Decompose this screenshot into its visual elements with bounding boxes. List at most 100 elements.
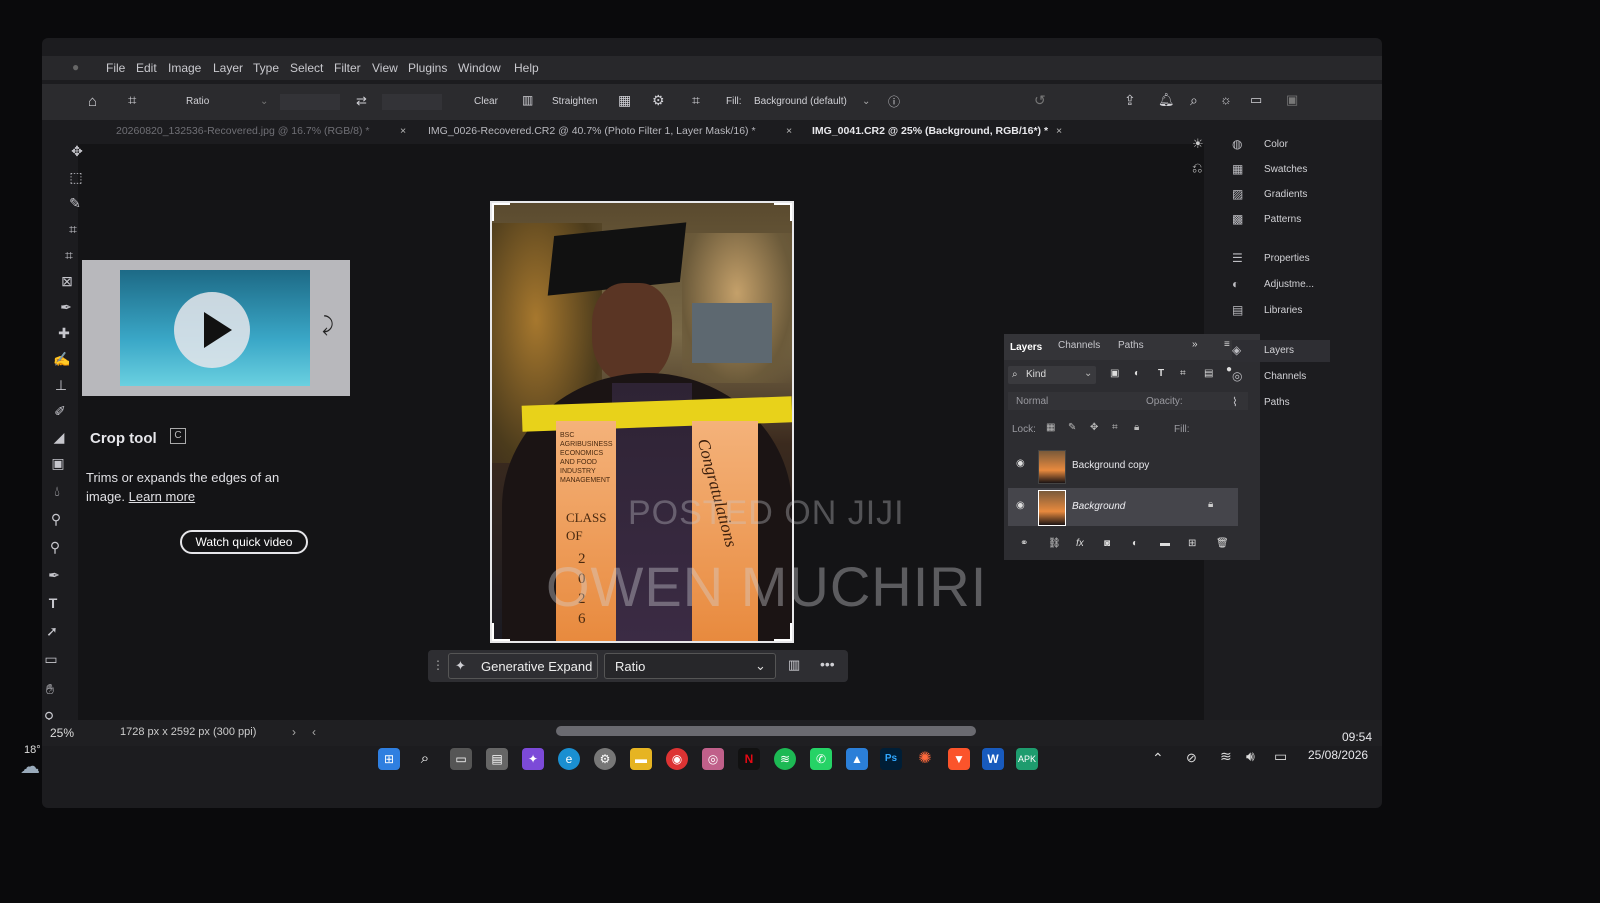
filter-adjustment-icon[interactable]: ◐ xyxy=(1134,368,1140,379)
lock-all-icon[interactable]: 🔒︎ xyxy=(1134,422,1139,433)
visibility-eye-icon[interactable]: ◉ xyxy=(1016,500,1025,511)
brush-tool-icon[interactable]: ✍ xyxy=(53,350,71,368)
lock-position-icon[interactable]: ✥ xyxy=(1090,422,1098,433)
file-explorer-icon[interactable]: ▬ xyxy=(630,748,652,770)
search-icon[interactable]: ⌕ xyxy=(414,748,436,770)
word-icon[interactable]: W xyxy=(982,748,1004,770)
layer-row-selected[interactable]: ◉ Background 🔒︎ xyxy=(1008,488,1238,526)
more-options-icon[interactable]: ••• xyxy=(820,656,835,672)
blur-tool-icon[interactable]: 💧︎ xyxy=(48,482,66,500)
ratio-chevron-icon[interactable]: ⌄ xyxy=(260,96,268,107)
fx-icon[interactable]: fx xyxy=(1076,538,1084,549)
task-view-icon[interactable]: ▭ xyxy=(450,748,472,770)
share-icon[interactable]: ⇪ xyxy=(1124,92,1136,109)
gear-icon[interactable]: ⚙ xyxy=(652,92,665,109)
video-thumbnail[interactable]: ⤸ xyxy=(82,260,350,396)
menu-image[interactable]: Image xyxy=(168,61,201,75)
adjust-icon[interactable]: ▥ xyxy=(788,657,800,673)
tab-channels[interactable]: Channels xyxy=(1058,340,1100,351)
straighten-button[interactable]: Straighten xyxy=(552,96,598,107)
panel-toggle-icon[interactable]: ▣ xyxy=(1286,92,1298,108)
clear-button[interactable]: Clear xyxy=(474,96,498,107)
crop-handle-top-left[interactable] xyxy=(492,203,510,221)
clone-stamp-tool-icon[interactable]: ⊥ xyxy=(52,376,70,394)
workspace-icon[interactable]: ▭ xyxy=(1250,92,1262,108)
menu-help[interactable]: Help xyxy=(514,61,539,75)
netflix-icon[interactable]: N xyxy=(738,748,760,770)
history-brush-tool-icon[interactable]: ✐ xyxy=(51,402,69,420)
height-input[interactable] xyxy=(382,94,442,110)
tab-document-3-active[interactable]: IMG_0041.CR2 @ 25% (Background, RGB/16*)… xyxy=(812,125,1048,137)
object-select-tool-icon[interactable]: ⌗ xyxy=(64,220,82,238)
tab-document-1[interactable]: 20260820_132536-Recovered.jpg @ 16.7% (R… xyxy=(116,125,370,137)
horizontal-scrollbar[interactable] xyxy=(556,726,976,736)
reset-icon[interactable]: ↺ xyxy=(1034,92,1046,109)
whatsapp-icon[interactable]: ✆ xyxy=(810,748,832,770)
generative-expand-button[interactable]: ✦ Generative Expand xyxy=(448,653,598,679)
clock-time[interactable]: 09:54 xyxy=(1342,730,1372,744)
apk-icon[interactable]: APK xyxy=(1016,748,1038,770)
link-layers-icon[interactable]: ⚭ xyxy=(1020,538,1028,549)
menu-type[interactable]: Type xyxy=(253,61,279,75)
weather-icon[interactable]: ☁ xyxy=(20,754,40,779)
content-aware-crop-icon[interactable]: ⌗ xyxy=(692,92,700,109)
dodge-tool-icon[interactable]: ⚲ xyxy=(47,510,65,528)
crop-handle-bottom-right[interactable] xyxy=(774,623,792,641)
marquee-tool-icon[interactable]: ⬚ xyxy=(67,168,85,186)
folder-icon[interactable]: ▬ xyxy=(1160,538,1170,549)
photos-icon[interactable]: ▲ xyxy=(846,748,868,770)
close-icon[interactable]: × xyxy=(1056,125,1062,137)
filter-shape-icon[interactable]: ⌗ xyxy=(1180,368,1186,379)
tab-paths[interactable]: Paths xyxy=(1118,340,1144,351)
crop-tool-preset-icon[interactable]: ⌗ xyxy=(128,92,136,109)
eraser-tool-icon[interactable]: ◢ xyxy=(50,428,68,446)
gradient-tool-icon[interactable]: ▣ xyxy=(49,454,67,472)
layer-name[interactable]: Background xyxy=(1072,501,1125,512)
menu-select[interactable]: Select xyxy=(290,61,323,75)
filter-type-icon[interactable]: T xyxy=(1158,368,1164,379)
bell-icon[interactable]: 🔔︎ xyxy=(1158,92,1175,108)
volume-icon[interactable]: 🔊︎ xyxy=(1246,748,1255,765)
photoshop-icon[interactable]: Ps xyxy=(880,748,902,770)
menu-layer[interactable]: Layer xyxy=(213,61,243,75)
tab-layers[interactable]: Layers xyxy=(1010,342,1042,353)
filter-kind-dropdown[interactable]: ⌕ Kind ⌄ xyxy=(1008,366,1096,384)
eyedropper-tool-icon[interactable]: ✒ xyxy=(57,298,75,316)
path-selection-tool-icon[interactable]: ➚ xyxy=(43,622,61,640)
store-icon[interactable]: ▤ xyxy=(486,748,508,770)
clock-date[interactable]: 25/08/2026 xyxy=(1308,748,1368,762)
wifi-icon[interactable]: ≋ xyxy=(1220,748,1232,765)
brave-icon[interactable]: ▼ xyxy=(948,748,970,770)
menu-file[interactable]: File xyxy=(106,61,125,75)
sponge-tool-icon[interactable]: ⚲ xyxy=(46,538,64,556)
adjustment-layer-icon[interactable]: ◐ xyxy=(1132,538,1138,549)
menu-plugins[interactable]: Plugins xyxy=(408,61,447,75)
expand-panel-icon[interactable]: » xyxy=(1192,339,1198,350)
settings-icon[interactable]: ⚙ xyxy=(594,748,616,770)
hand-tool-icon[interactable]: ✋︎ xyxy=(42,680,59,698)
fill-dropdown[interactable]: Background (default) xyxy=(754,96,847,107)
type-tool-icon[interactable]: T xyxy=(44,594,62,612)
menu-edit[interactable]: Edit xyxy=(136,61,157,75)
swap-icon[interactable]: ⇄ xyxy=(356,93,367,109)
chevron-right-icon[interactable]: › xyxy=(292,725,296,739)
visibility-eye-icon[interactable]: ◉ xyxy=(1016,458,1025,469)
lightbulb-icon[interactable]: ☼ xyxy=(1220,92,1232,107)
close-icon[interactable]: × xyxy=(400,125,406,137)
spotify-icon[interactable]: ≋ xyxy=(774,748,796,770)
quick-select-tool-icon[interactable]: ✎ xyxy=(66,194,84,212)
straighten-icon[interactable]: ▥ xyxy=(522,93,533,107)
grid-overlay-icon[interactable]: ▦ xyxy=(618,92,631,109)
chevron-up-icon[interactable]: ⌃ xyxy=(1152,750,1164,767)
history-icon[interactable]: ⎌ xyxy=(1192,160,1202,176)
layer-name[interactable]: Background copy xyxy=(1072,460,1149,471)
brightness-icon[interactable]: ☀ xyxy=(1192,136,1204,152)
blend-mode-dropdown[interactable]: Normal xyxy=(1016,396,1048,407)
filter-smart-object-icon[interactable]: ▤ xyxy=(1204,368,1213,379)
search-icon[interactable]: ⌕ xyxy=(1190,92,1198,109)
healing-brush-tool-icon[interactable]: ✚ xyxy=(55,324,73,342)
lock-brush-icon[interactable]: ✎ xyxy=(1068,422,1076,433)
crop-tool-icon[interactable]: ⌗ xyxy=(60,246,78,264)
zoom-level[interactable]: 25% xyxy=(50,726,74,740)
menu-window[interactable]: Window xyxy=(458,61,501,75)
